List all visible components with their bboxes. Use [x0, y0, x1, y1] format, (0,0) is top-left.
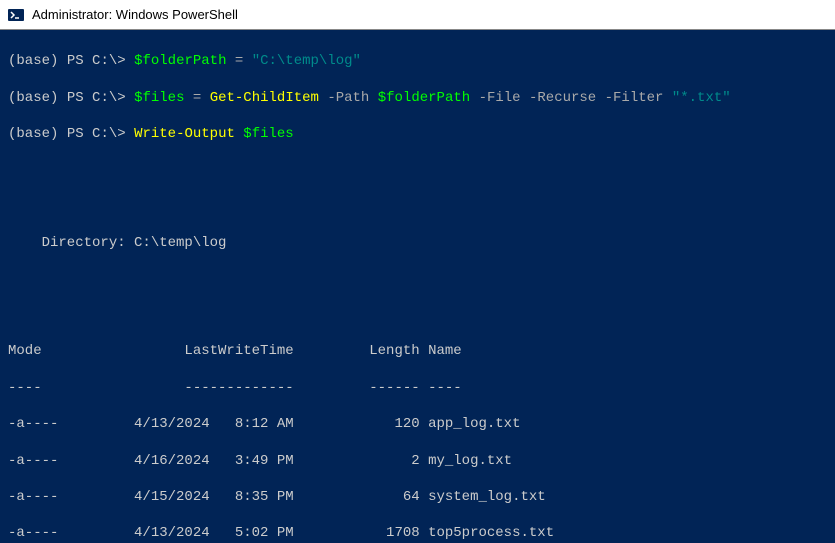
- ps-cmdlet: Write-Output: [134, 126, 235, 142]
- ps-param: -Path: [327, 90, 369, 106]
- ps-string: "C:\temp\log": [252, 53, 361, 69]
- ps-cmdlet: Get-ChildItem: [210, 90, 319, 106]
- prompt-ps: PS: [67, 53, 84, 69]
- blank-line: [8, 198, 827, 216]
- prompt-env: (base): [8, 53, 58, 69]
- ps-variable: $files: [243, 126, 293, 142]
- table-row: -a---- 4/16/2024 3:49 PM 2 my_log.txt: [8, 452, 827, 470]
- console-area[interactable]: (base) PS C:\> $folderPath = "C:\temp\lo…: [0, 30, 835, 543]
- table-header: Mode LastWriteTime Length Name: [8, 342, 827, 360]
- directory-header: Directory: C:\temp\log: [8, 234, 827, 252]
- window-titlebar[interactable]: Administrator: Windows PowerShell: [0, 0, 835, 30]
- ps-param: -Recurse: [529, 90, 596, 106]
- command-line-1: (base) PS C:\> $folderPath = "C:\temp\lo…: [8, 52, 827, 70]
- command-line-2: (base) PS C:\> $files = Get-ChildItem -P…: [8, 89, 827, 107]
- powershell-icon: [8, 7, 24, 23]
- blank-line: [8, 270, 827, 288]
- ps-param: -File: [479, 90, 521, 106]
- ps-operator: =: [235, 53, 243, 69]
- ps-param: -Filter: [605, 90, 664, 106]
- ps-variable: $folderPath: [378, 90, 470, 106]
- table-row: -a---- 4/13/2024 5:02 PM 1708 top5proces…: [8, 524, 827, 542]
- table-header-sep: ---- ------------- ------ ----: [8, 379, 827, 397]
- ps-string: "*.txt": [672, 90, 731, 106]
- ps-variable: $files: [134, 90, 184, 106]
- ps-variable: $folderPath: [134, 53, 226, 69]
- window-title: Administrator: Windows PowerShell: [32, 7, 238, 22]
- blank-line: [8, 306, 827, 324]
- ps-operator: =: [193, 90, 201, 106]
- blank-line: [8, 161, 827, 179]
- table-row: -a---- 4/15/2024 8:35 PM 64 system_log.t…: [8, 488, 827, 506]
- prompt-path: C:\>: [92, 53, 126, 69]
- command-line-3: (base) PS C:\> Write-Output $files: [8, 125, 827, 143]
- table-row: -a---- 4/13/2024 8:12 AM 120 app_log.txt: [8, 415, 827, 433]
